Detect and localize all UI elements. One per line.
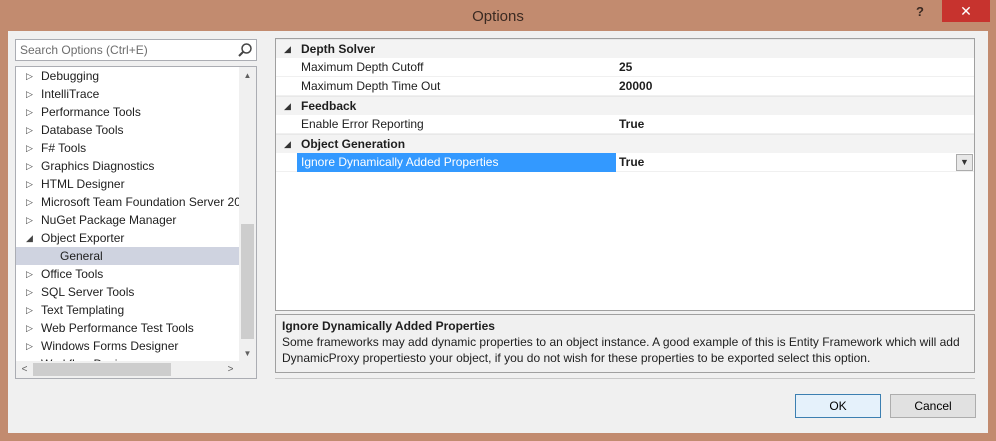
tree-item-label: NuGet Package Manager: [41, 213, 177, 227]
tree-item[interactable]: ▷ Debugging: [16, 67, 240, 85]
tree-item[interactable]: ▷ Web Performance Test Tools: [16, 319, 240, 337]
category-label: Depth Solver: [301, 42, 376, 56]
tree-item[interactable]: ◢ Object Exporter: [16, 229, 240, 247]
collapsed-arrow-icon[interactable]: ▷: [26, 139, 36, 157]
collapsed-arrow-icon[interactable]: ▷: [26, 85, 36, 103]
window-title: Options: [472, 8, 524, 25]
tree-item-label: IntelliTrace: [41, 87, 100, 101]
property-name[interactable]: Maximum Depth Time Out: [297, 77, 616, 96]
scroll-down-icon[interactable]: ▼: [239, 345, 256, 362]
collapse-triangle-icon[interactable]: ◢: [284, 97, 291, 116]
tree-item-label: General: [60, 249, 103, 263]
tree-item-label: Performance Tools: [41, 105, 141, 119]
property-name[interactable]: Ignore Dynamically Added Properties: [297, 153, 616, 172]
search-input[interactable]: [16, 40, 226, 60]
tree-item[interactable]: ▷ NuGet Package Manager: [16, 211, 240, 229]
tree-items: ▷ Debugging ▷ IntelliTrace ▷ Performance Tool…: [16, 67, 240, 373]
close-icon: ✕: [960, 3, 972, 19]
property-category[interactable]: ◢ Feedback: [276, 96, 974, 115]
tree-item-label: Database Tools: [41, 123, 124, 137]
close-button[interactable]: ✕: [942, 0, 990, 22]
tree-item[interactable]: ▷ Database Tools: [16, 121, 240, 139]
title-bar: Options ? ✕: [0, 0, 996, 32]
collapsed-arrow-icon[interactable]: ▷: [26, 121, 36, 139]
collapsed-arrow-icon[interactable]: ▷: [26, 67, 36, 85]
scroll-thumb[interactable]: [241, 224, 254, 339]
expanded-arrow-icon[interactable]: ◢: [26, 229, 36, 247]
property-value[interactable]: 25: [619, 58, 632, 77]
category-label: Object Generation: [301, 137, 406, 151]
tree-item[interactable]: ▷ SQL Server Tools: [16, 283, 240, 301]
tree-item[interactable]: ▷ Text Templating: [16, 301, 240, 319]
collapsed-arrow-icon[interactable]: ▷: [26, 175, 36, 193]
property-category[interactable]: ◢ Depth Solver: [276, 39, 974, 58]
dropdown-arrow-icon[interactable]: ▼: [956, 154, 973, 171]
collapsed-arrow-icon[interactable]: ▷: [26, 337, 36, 355]
tree-item-label: SQL Server Tools: [41, 285, 135, 299]
collapsed-arrow-icon[interactable]: ▷: [26, 265, 36, 283]
tree-item-label: Web Performance Test Tools: [41, 321, 194, 335]
divider: [275, 378, 975, 379]
property-name[interactable]: Enable Error Reporting: [297, 115, 616, 134]
tree-item-label: F# Tools: [41, 141, 87, 155]
tree-horizontal-scrollbar[interactable]: < >: [16, 361, 256, 378]
collapsed-arrow-icon[interactable]: ▷: [26, 301, 36, 319]
collapsed-arrow-icon[interactable]: ▷: [26, 103, 36, 121]
tree-item-label: Graphics Diagnostics: [41, 159, 155, 173]
tree-item-label: Windows Forms Designer: [41, 339, 179, 353]
property-row[interactable]: Enable Error Reporting True: [276, 115, 974, 134]
collapsed-arrow-icon[interactable]: ▷: [26, 211, 36, 229]
tree-item-label: Office Tools: [41, 267, 104, 281]
property-name[interactable]: Maximum Depth Cutoff: [297, 58, 616, 77]
property-value[interactable]: True: [619, 153, 644, 172]
description-text: Some frameworks may add dynamic properti…: [282, 335, 960, 365]
property-grid[interactable]: ◢ Depth Solver Maximum Depth Cutoff 25 Maxim…: [275, 38, 975, 311]
tree-vertical-scrollbar[interactable]: ▲ ▼: [239, 67, 256, 362]
property-description: Ignore Dynamically Added Properties Some…: [275, 314, 975, 373]
property-value[interactable]: 20000: [619, 77, 652, 96]
tree-item[interactable]: ▷ Office Tools: [16, 265, 240, 283]
tree-item[interactable]: ▷ Graphics Diagnostics: [16, 157, 240, 175]
help-button[interactable]: ?: [908, 2, 932, 22]
tree-item-label: Debugging: [41, 69, 100, 83]
collapsed-arrow-icon[interactable]: ▷: [26, 283, 36, 301]
property-row[interactable]: Ignore Dynamically Added Properties True ▼: [276, 153, 974, 172]
property-row[interactable]: Maximum Depth Cutoff 25: [276, 58, 974, 77]
ok-button[interactable]: OK: [795, 394, 881, 418]
tree-item[interactable]: ▷ HTML Designer: [16, 175, 240, 193]
tree-item-label: Microsoft Team Foundation Server 20: [41, 195, 240, 209]
tree-item[interactable]: ▷ Windows Forms Designer: [16, 337, 240, 355]
collapse-triangle-icon[interactable]: ◢: [284, 40, 291, 59]
collapsed-arrow-icon[interactable]: ▷: [26, 193, 36, 211]
collapse-triangle-icon[interactable]: ◢: [284, 135, 291, 154]
property-category[interactable]: ◢ Object Generation: [276, 134, 974, 153]
scroll-thumb-horizontal[interactable]: [33, 363, 171, 376]
scroll-left-icon[interactable]: <: [16, 361, 33, 378]
collapsed-arrow-icon[interactable]: ▷: [26, 157, 36, 175]
tree-item[interactable]: General: [16, 247, 240, 265]
tree-item[interactable]: ▷ Microsoft Team Foundation Server 20: [16, 193, 240, 211]
search-icon[interactable]: [237, 42, 253, 58]
scroll-up-icon[interactable]: ▲: [239, 67, 256, 84]
tree-item-label: Text Templating: [41, 303, 125, 317]
tree-item[interactable]: ▷ IntelliTrace: [16, 85, 240, 103]
tree-item-label: HTML Designer: [41, 177, 125, 191]
collapsed-arrow-icon[interactable]: ▷: [26, 319, 36, 337]
scroll-right-icon[interactable]: >: [222, 361, 239, 378]
options-tree[interactable]: ▷ Debugging ▷ IntelliTrace ▷ Performance Tool…: [15, 66, 257, 379]
tree-item-label: Object Exporter: [41, 231, 125, 245]
property-row[interactable]: Maximum Depth Time Out 20000: [276, 77, 974, 96]
description-title: Ignore Dynamically Added Properties: [282, 319, 495, 333]
property-value[interactable]: True: [619, 115, 644, 134]
category-label: Feedback: [301, 99, 357, 113]
tree-item[interactable]: ▷ F# Tools: [16, 139, 240, 157]
search-box[interactable]: [15, 39, 257, 61]
tree-item[interactable]: ▷ Performance Tools: [16, 103, 240, 121]
cancel-button[interactable]: Cancel: [890, 394, 976, 418]
